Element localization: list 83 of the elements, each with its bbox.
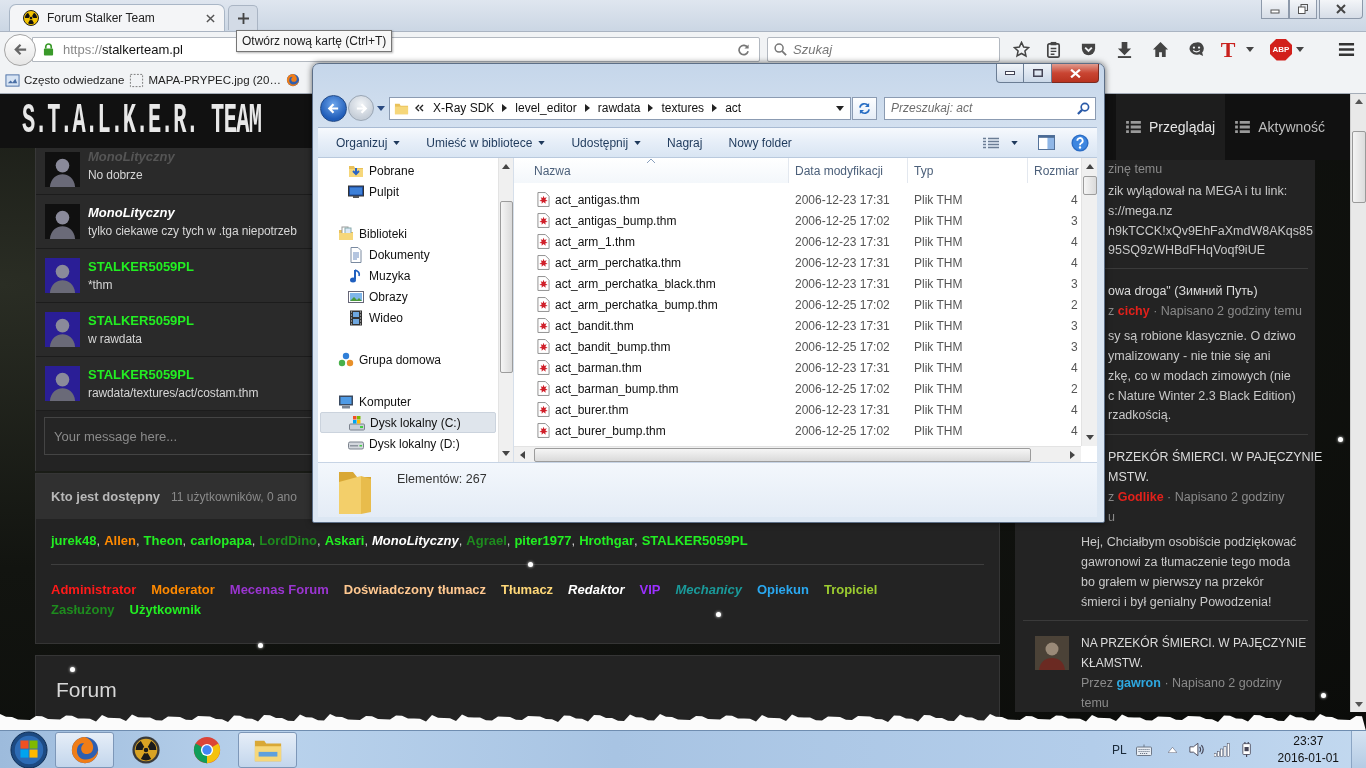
modified-date: 2006-12-23 17:31	[794, 276, 891, 291]
message-text: *thm	[88, 277, 114, 294]
file-size: 3	[1070, 276, 1079, 291]
modified-date: 2006-12-25 17:02	[794, 339, 891, 354]
role-label: Moderator	[151, 581, 215, 599]
role-label: Mechanicy	[675, 581, 742, 599]
role-label: Doświadczony tłumacz	[343, 581, 487, 599]
file-type: Plik THM	[913, 318, 964, 333]
post-meta: Przez gawron · Napisano 2 godziny temu	[1081, 675, 1283, 713]
modified-date: 2006-12-25 17:02	[794, 423, 891, 438]
post-meta: u	[1108, 509, 1115, 527]
post-text: 95SQ9zWHBdFHqVoqf9iUE	[1108, 242, 1265, 260]
file-type: Plik THM	[913, 213, 964, 228]
role-label: Redaktor	[568, 581, 625, 599]
separator-text: ,	[182, 532, 187, 550]
item-count: Elementów: 267	[397, 472, 487, 486]
tooltip: Otwórz nową kartę (Ctrl+T)	[236, 30, 393, 52]
file-type: Plik THM	[913, 339, 964, 354]
file-size: 2	[1070, 297, 1079, 312]
file-type: Plik THM	[913, 297, 964, 312]
separator-text: ,	[634, 532, 638, 550]
separator-text: ,	[96, 532, 101, 550]
modified-date: 2006-12-23 17:31	[794, 318, 891, 333]
modified-date: 2006-12-25 17:02	[794, 297, 891, 312]
modified-date: 2006-12-25 17:02	[794, 213, 891, 228]
post-text: h9kTCCK!xQv9EhFaXmdW8AKqs85	[1108, 222, 1313, 240]
post-text: rzadkością.	[1108, 407, 1172, 425]
file-size: 4	[1070, 234, 1079, 249]
post-text: zkę, co w modach zimowych (nie	[1108, 367, 1291, 385]
file-size: 3	[1070, 318, 1079, 333]
file-size: 4	[1070, 402, 1079, 417]
post-text: sy są robione klasycznie. O dziwo	[1108, 328, 1296, 346]
post-meta: zinę temu	[1108, 161, 1163, 178]
modified-date: 2006-12-25 17:02	[794, 381, 891, 396]
modified-date: 2006-12-23 17:31	[794, 255, 891, 270]
file-type: Plik THM	[913, 423, 964, 438]
post-text: Hej, Chciałbym osobiście podziękować gawronowi za tłumaczenie tego moda bo grałem w pierwszy na przekór śmierci i był genialny Powodzenia!	[1081, 534, 1298, 611]
role-label: Opiekun	[756, 581, 809, 599]
message-text: rawdata/textures/act/costam.thm	[88, 385, 259, 402]
file-size: 4	[1070, 360, 1079, 375]
separator-text: ,	[135, 532, 140, 550]
separator-text: ,	[458, 532, 463, 550]
file-size: 4	[1070, 423, 1079, 438]
separator-text: ,	[506, 532, 511, 550]
message-text: w rawdata	[88, 331, 143, 348]
separator-text: ,	[251, 532, 256, 550]
role-label: Administrator	[51, 581, 137, 599]
modified-date: 2006-12-23 17:31	[794, 192, 891, 207]
modified-date: 2006-12-23 17:31	[794, 360, 891, 375]
role-label: Użytkownik	[129, 601, 202, 619]
role-label: Tropiciel	[823, 581, 878, 599]
file-size: 4	[1070, 255, 1079, 270]
file-type: Plik THM	[913, 255, 964, 270]
file-type: Plik THM	[913, 192, 964, 207]
post-text: s://mega.nz	[1108, 202, 1173, 220]
file-type: Plik THM	[913, 276, 964, 291]
separator-text: ,	[364, 532, 369, 550]
post-meta: z Godlike · Napisano 2 godziny	[1108, 489, 1285, 507]
role-label: VIP	[639, 581, 661, 599]
message-text: No dobrze	[88, 167, 144, 184]
section-title: Kto jest dostępny	[51, 489, 161, 504]
file-size: 3	[1070, 213, 1079, 228]
post-text: ymalizowany - nie tnie się ani	[1108, 348, 1271, 365]
role-label: Tłumacz	[501, 581, 554, 599]
file-type: Plik THM	[913, 360, 964, 375]
file-size: 4	[1070, 192, 1079, 207]
file-type: Plik THM	[913, 381, 964, 396]
post-text: c Nature Winter 2.3 Black Edition)	[1108, 387, 1296, 405]
file-type: Plik THM	[913, 402, 964, 417]
file-type: Plik THM	[913, 234, 964, 249]
modified-date: 2006-12-23 17:31	[794, 234, 891, 249]
post-text: zik wylądował na MEGA i tu link:	[1108, 183, 1288, 200]
file-size: 2	[1070, 381, 1079, 396]
file-size: 3	[1070, 339, 1079, 354]
separator-text: ,	[571, 532, 576, 550]
role-label: Zasłużony	[51, 601, 115, 619]
online-summary: 11 użytkowników, 0 ano	[171, 489, 297, 504]
forum-title: Forum	[56, 677, 117, 703]
role-label: Mecenas Forum	[229, 581, 329, 599]
modified-date: 2006-12-23 17:31	[794, 402, 891, 417]
separator-text: ,	[317, 532, 321, 550]
post-meta: z cichy · Napisano 2 godziny temu	[1108, 303, 1302, 321]
message-text: tylko ciekawe czy tych w .tga niepotrzeb	[88, 223, 297, 240]
